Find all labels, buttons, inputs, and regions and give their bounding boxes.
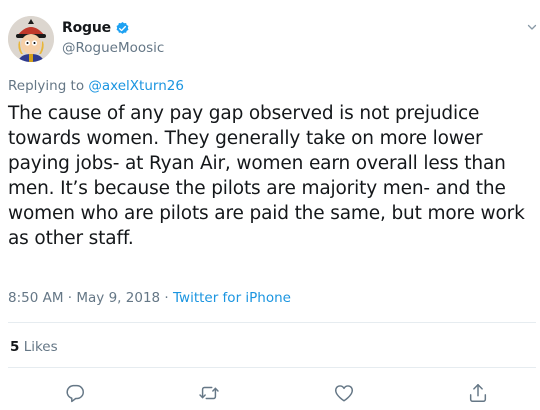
likes-stat[interactable]: 5 Likes — [10, 339, 58, 355]
author-display-name[interactable]: Rogue — [62, 20, 111, 36]
replying-to: Replying to @axelXturn26 — [8, 78, 184, 94]
author-handle[interactable]: @RogueMoosic — [62, 40, 164, 56]
likes-count: 5 — [10, 339, 20, 355]
retweet-icon — [199, 386, 219, 400]
reply-icon — [66, 384, 84, 403]
tweet-source[interactable]: Twitter for iPhone — [173, 290, 291, 306]
avatar-image — [8, 16, 54, 62]
like-button[interactable] — [333, 382, 355, 404]
replying-to-label: Replying to — [8, 78, 85, 94]
divider — [8, 322, 536, 323]
reply-button[interactable] — [64, 382, 86, 404]
meta-separator: · — [67, 290, 73, 306]
meta-separator: · — [164, 290, 169, 306]
share-icon — [469, 384, 487, 402]
tweet-meta: 8:50 AM · May 9, 2018 · Twitter for iPho… — [8, 290, 291, 306]
tweet-date[interactable]: May 9, 2018 — [76, 290, 160, 306]
tweet-time[interactable]: 8:50 AM — [8, 290, 64, 306]
tweet-card: Rogue @RogueMoosic Replying to @axelXtur… — [0, 0, 540, 410]
retweet-button[interactable] — [198, 382, 220, 404]
replying-to-mention[interactable]: @axelXturn26 — [88, 78, 184, 94]
share-button[interactable] — [467, 382, 489, 404]
divider — [8, 367, 536, 368]
author-name-row: Rogue — [62, 20, 130, 36]
chevron-down-icon[interactable] — [526, 18, 538, 30]
likes-label: Likes — [23, 339, 58, 355]
tweet-text: The cause of any pay gap observed is not… — [8, 103, 525, 249]
verified-badge-icon — [115, 21, 130, 36]
avatar[interactable] — [8, 16, 54, 62]
heart-icon — [334, 385, 354, 402]
